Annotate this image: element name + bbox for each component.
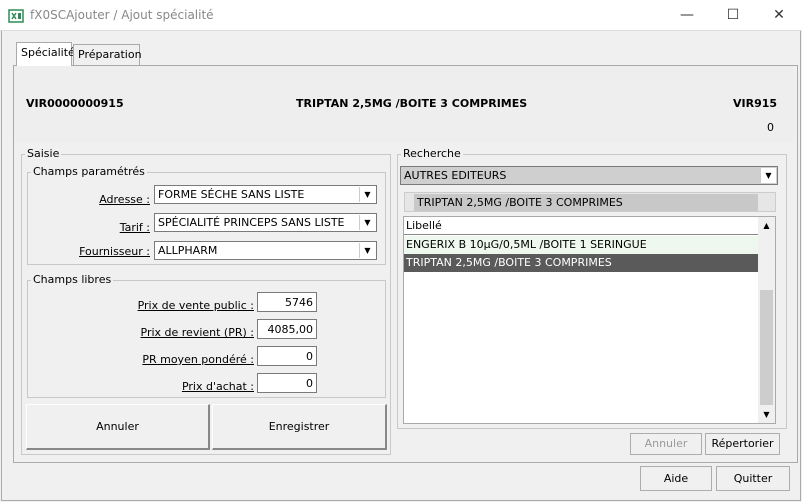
tab-preparation[interactable]: Préparation [73, 44, 142, 65]
enregistrer-button[interactable]: Enregistrer [212, 404, 387, 450]
scroll-down-icon[interactable]: ▼ [758, 406, 775, 423]
recherche-annuler-button[interactable]: Annuler [630, 433, 702, 455]
list-item[interactable]: ENGERIX B 10µG/0,5ML /BOITE 1 SERINGUE [404, 236, 758, 254]
saisie-title: Saisie [25, 147, 62, 160]
aide-button[interactable]: Aide [640, 466, 712, 491]
window-title: fX0SCAjouter / Ajout spécialité [30, 8, 214, 22]
prix-achat-label: Prix d'achat : [181, 380, 254, 393]
tarif-select[interactable]: SPÉCIALITÉ PRINCEPS SANS LISTE ▼ [154, 213, 377, 232]
maximize-button[interactable]: ☐ [710, 0, 756, 31]
adresse-value: FORME SÉCHE SANS LISTE [158, 188, 305, 201]
tab-preparation-label: Préparation [78, 48, 142, 61]
prix-vente-input[interactable]: 5746 [257, 292, 317, 312]
prix-vente-label: Prix de vente public : [137, 299, 254, 312]
chevron-down-icon[interactable]: ▼ [359, 187, 375, 202]
editeur-value: AUTRES EDITEURS [404, 169, 507, 182]
repertorier-button[interactable]: Répertorier [705, 433, 780, 455]
fournisseur-label: Fournisseur : [79, 245, 150, 258]
editeur-select[interactable]: AUTRES EDITEURS ▼ [400, 166, 778, 185]
app-icon [8, 8, 24, 24]
tarif-label: Tarif : [119, 221, 150, 234]
chevron-down-icon[interactable]: ▼ [760, 168, 776, 183]
fournisseur-value: ALLPHARM [158, 244, 218, 257]
scroll-up-icon[interactable]: ▲ [758, 217, 775, 234]
tab-specialite-label: Spécialité [21, 46, 75, 59]
pr-moyen-label: PR moyen pondéré : [142, 353, 254, 366]
column-header-libelle[interactable]: Libellé [404, 217, 758, 235]
prix-revient-input[interactable]: 4085,00 [257, 319, 317, 339]
title-bar: fX0SCAjouter / Ajout spécialité — ☐ ✕ [0, 0, 802, 31]
product-name: TRIPTAN 2,5MG /BOITE 3 COMPRIMES [296, 97, 528, 110]
chevron-down-icon[interactable]: ▼ [359, 243, 375, 258]
adresse-label: Adresse : [99, 193, 150, 206]
product-count: 0 [767, 121, 774, 134]
fournisseur-select[interactable]: ALLPHARM ▼ [154, 241, 377, 260]
chevron-down-icon[interactable]: ▼ [359, 215, 375, 230]
tarif-value: SPÉCIALITÉ PRINCEPS SANS LISTE [158, 216, 345, 229]
product-code: VIR0000000915 [26, 97, 124, 110]
product-short-code: VIR915 [733, 97, 778, 110]
champs-parametres-title: Champs paramétrés [31, 165, 147, 178]
list-item-selected[interactable]: TRIPTAN 2,5MG /BOITE 3 COMPRIMES [404, 254, 758, 272]
recherche-title: Recherche [401, 147, 463, 160]
prix-achat-input[interactable]: 0 [257, 373, 317, 393]
tab-specialite[interactable]: Spécialité [16, 42, 75, 66]
prix-revient-label: Prix de revient (PR) : [140, 326, 255, 339]
adresse-select[interactable]: FORME SÉCHE SANS LISTE ▼ [154, 185, 377, 204]
pr-moyen-input[interactable]: 0 [257, 346, 317, 366]
close-button[interactable]: ✕ [756, 0, 802, 31]
champs-libres-title: Champs libres [31, 273, 114, 286]
minimize-button[interactable]: — [664, 0, 710, 31]
search-input[interactable]: TRIPTAN 2,5MG /BOITE 3 COMPRIMES [414, 194, 758, 211]
scrollbar-thumb[interactable] [760, 290, 773, 405]
saisie-annuler-button[interactable]: Annuler [26, 404, 210, 450]
quitter-button[interactable]: Quitter [716, 466, 790, 491]
